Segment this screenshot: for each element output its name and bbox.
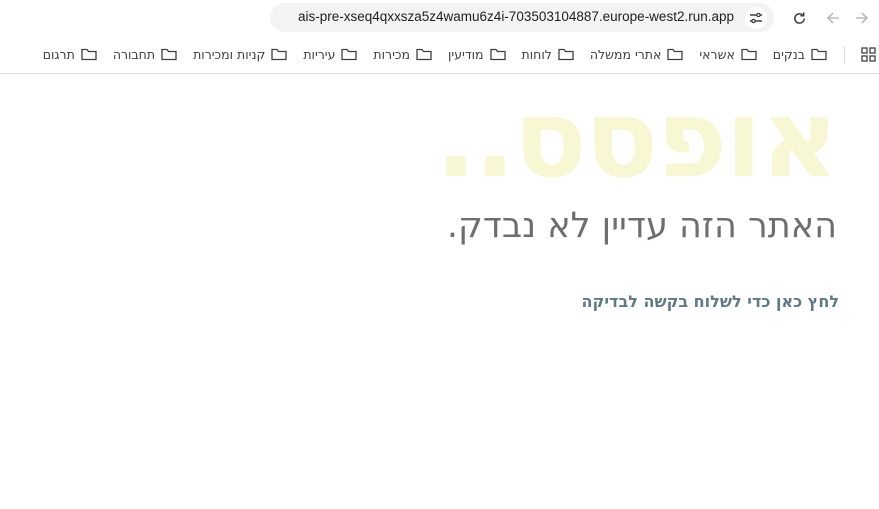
reload-button[interactable] [786, 5, 812, 31]
folder-icon [489, 48, 506, 61]
site-settings-button[interactable] [745, 7, 767, 29]
request-review-link[interactable]: לחץ כאן כדי לשלוח בקשה לבדיקה [582, 292, 839, 311]
browser-toolbar: ais-pre-xseq4qxxsza5z4wamu6z4i-703503104… [0, 0, 879, 36]
tune-icon [750, 12, 762, 24]
bookmark-label: תחבורה [112, 47, 156, 62]
bookmark-folder[interactable]: לוחות [514, 41, 582, 69]
bookmark-folder[interactable]: בנקים [765, 41, 835, 69]
url-text[interactable]: ais-pre-xseq4qxxsza5z4wamu6z4i-703503104… [298, 9, 734, 24]
bookmark-label: קניות ומכירות [193, 47, 266, 62]
bookmark-folder[interactable]: תחבורה [105, 41, 185, 69]
folder-icon [741, 48, 757, 61]
arrow-right-icon [856, 12, 869, 24]
reload-icon [793, 11, 805, 24]
bookmark-label: אשראי [699, 47, 735, 62]
bookmark-label: עיריות [303, 47, 336, 62]
bookmark-folder[interactable]: אשראי [691, 41, 764, 69]
bookmark-label: מכירות [373, 47, 410, 62]
folder-icon [558, 48, 574, 61]
page-content: אופסס.. האתר הזה עדיין לא נבדק. לחץ כאן … [0, 74, 879, 509]
bookmark-folder[interactable]: עיריות [295, 41, 365, 69]
folder-icon [811, 48, 827, 61]
folder-icon [341, 48, 358, 61]
arrow-left-icon [826, 12, 839, 24]
folder-icon [271, 48, 287, 61]
bookmarks-separator [844, 46, 845, 63]
bookmark-folder[interactable]: מודיעין [440, 41, 514, 69]
folder-icon [416, 48, 432, 61]
bookmarks-bar: בנקים אשראי אתרי ממשלה לוחות מודיעין מכי… [0, 36, 879, 74]
oops-heading: אופסס.. [435, 77, 839, 202]
address-bar[interactable]: ais-pre-xseq4qxxsza5z4wamu6z4i-703503104… [270, 3, 774, 32]
folder-icon [161, 48, 177, 61]
bookmark-label: מודיעין [448, 47, 484, 62]
bookmark-label: תרגום [42, 47, 75, 62]
page-subtitle: האתר הזה עדיין לא נבדק. [446, 206, 837, 246]
bookmark-folder-list: בנקים אשראי אתרי ממשלה לוחות מודיעין מכי… [35, 36, 835, 73]
folder-icon [81, 48, 97, 61]
folder-icon [667, 48, 684, 61]
bookmark-folder[interactable]: קניות ומכירות [185, 41, 295, 69]
apps-grid-icon[interactable] [859, 45, 879, 65]
bookmark-label: לוחות [521, 47, 552, 62]
forward-button[interactable] [849, 5, 875, 31]
back-button[interactable] [820, 5, 846, 31]
bookmark-folder[interactable]: אתרי ממשלה [582, 41, 692, 69]
bookmark-label: בנקים [772, 47, 805, 62]
bookmark-folder[interactable]: תרגום [35, 41, 105, 69]
bookmark-folder[interactable]: מכירות [365, 41, 440, 69]
bookmark-label: אתרי ממשלה [589, 47, 662, 62]
